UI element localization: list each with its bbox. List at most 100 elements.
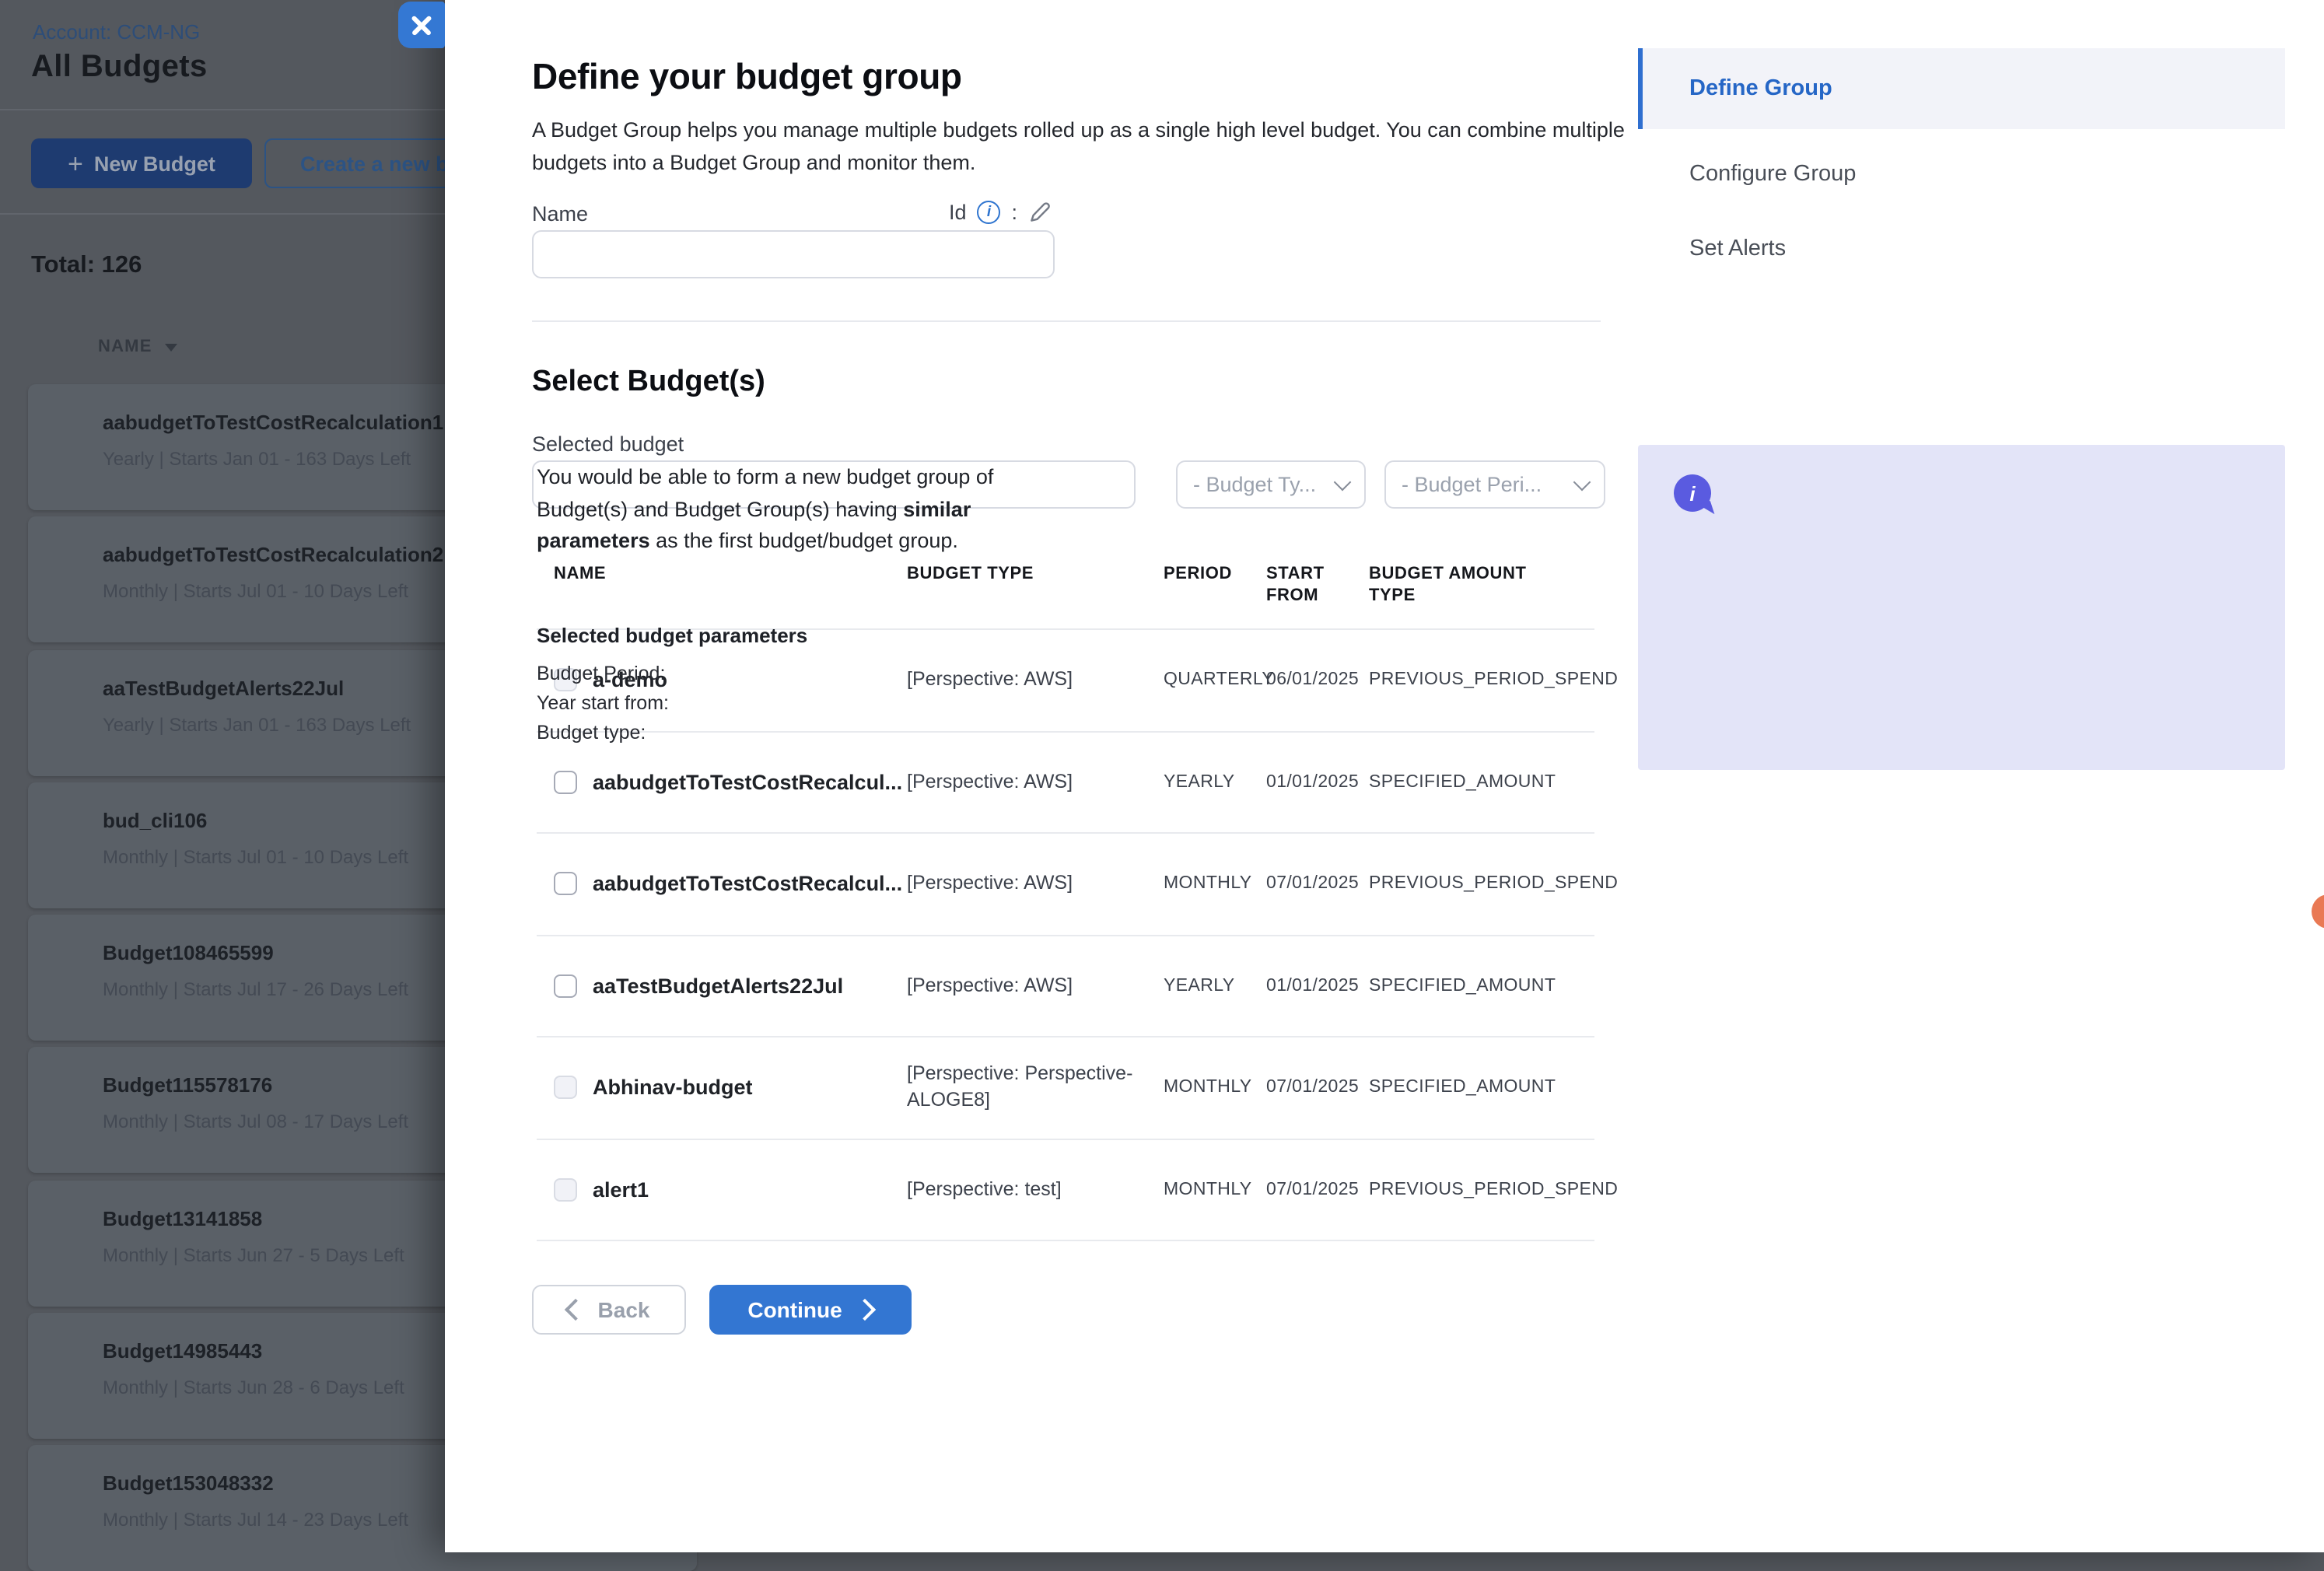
budget-card-name: Budget13141858 [103, 1207, 262, 1230]
budget-card-meta: Monthly | Starts Jul 01 - 10 Days Left [103, 846, 408, 868]
row-budget-type: [Perspective: AWS] [907, 973, 1140, 999]
budget-period-filter-value: - Budget Peri... [1402, 473, 1542, 496]
account-breadcrumb-link[interactable]: Account: CCM-NG [33, 20, 200, 44]
chevron-down-icon [1334, 474, 1352, 492]
back-button-label: Back [598, 1297, 650, 1322]
chevron-down-icon [1573, 474, 1591, 492]
budget-card-name: Budget115578176 [103, 1073, 272, 1097]
id-group: Id i : [949, 201, 1123, 224]
table-row[interactable]: aabudgetToTestCostRecalcul... [Perspecti… [537, 732, 1594, 834]
close-button[interactable] [398, 2, 445, 48]
row-budget-amount-type: PREVIOUS_PERIOD_SPEND [1369, 875, 1618, 894]
row-budget-type: [Perspective: AWS] [907, 667, 1140, 694]
drawer-description-line1: A Budget Group helps you manage multiple… [532, 118, 1625, 142]
row-budget-type: [Perspective: test] [907, 1177, 1140, 1203]
budget-card-meta: Monthly | Starts Jul 08 - 17 Days Left [103, 1111, 408, 1132]
table-row[interactable]: aabudgetToTestCostRecalcul... [Perspecti… [537, 834, 1594, 936]
row-budget-amount-type: PREVIOUS_PERIOD_SPEND [1369, 671, 1618, 690]
screen: Account: CCM-NG All Budgets + New Budget… [0, 0, 2324, 1552]
plus-icon: + [68, 150, 83, 177]
info-line2-bold: similar [903, 497, 971, 520]
row-start-from: 01/01/2025 [1266, 773, 1359, 792]
id-info-icon[interactable]: i [978, 201, 1001, 224]
active-step-accent-bar [1638, 48, 1643, 129]
budget-card-name: Budget108465599 [103, 941, 274, 964]
continue-button-label: Continue [747, 1297, 842, 1322]
step-define-group[interactable]: Define Group [1638, 48, 2285, 129]
row-budget-amount-type: SPECIFIED_AMOUNT [1369, 977, 1556, 995]
info-panel-text: You would be able to form a new budget g… [537, 462, 993, 558]
name-column-header[interactable]: NAME [98, 338, 177, 356]
budget-type-filter-value: - Budget Ty... [1193, 473, 1316, 496]
step-set-alerts[interactable]: Set Alerts [1638, 210, 2285, 288]
row-name: aaTestBudgetAlerts22Jul [593, 974, 843, 998]
row-period: QUARTERLY [1164, 671, 1274, 690]
budget-card-meta: Yearly | Starts Jan 01 - 163 Days Left [103, 448, 411, 470]
back-button[interactable]: Back [532, 1285, 686, 1335]
param-budget-period: Budget Period: [537, 663, 665, 684]
selected-budget-label: Selected budget [532, 432, 684, 456]
row-budget-type: [Perspective: AWS] [907, 871, 1140, 897]
row-checkbox[interactable] [554, 1178, 577, 1202]
id-label: Id [949, 201, 967, 224]
column-header-start-from: START FROM [1266, 563, 1338, 607]
section-divider [532, 320, 1601, 322]
name-input[interactable] [532, 230, 1055, 278]
column-header-period: PERIOD [1164, 563, 1232, 585]
row-budget-amount-type: SPECIFIED_AMOUNT [1369, 773, 1556, 792]
row-checkbox[interactable] [554, 873, 577, 896]
budget-card-meta: Monthly | Starts Jul 01 - 10 Days Left [103, 580, 408, 602]
budget-period-filter-dropdown[interactable]: - Budget Peri... [1384, 460, 1605, 509]
row-period: MONTHLY [1164, 875, 1252, 894]
info-icon: i [1674, 474, 1711, 512]
budget-type-filter-dropdown[interactable]: - Budget Ty... [1176, 460, 1366, 509]
budget-card-name: Budget14985443 [103, 1339, 262, 1363]
step-define-group-label: Define Group [1689, 76, 1832, 101]
info-line2: Budget(s) and Budget Group(s) having [537, 497, 903, 520]
edit-id-icon[interactable] [1028, 201, 1052, 224]
name-label: Name [532, 202, 588, 226]
name-column-header-label: NAME [98, 338, 152, 356]
row-checkbox[interactable] [554, 1076, 577, 1100]
budget-card-meta: Monthly | Starts Jul 17 - 26 Days Left [103, 978, 408, 1000]
row-start-from: 07/01/2025 [1266, 1079, 1359, 1097]
page-title: All Budgets [31, 50, 208, 86]
info-panel: i [1638, 445, 2285, 770]
step-set-alerts-label: Set Alerts [1689, 236, 1786, 261]
chevron-left-icon [565, 1299, 586, 1321]
step-configure-group[interactable]: Configure Group [1638, 135, 2285, 213]
step-configure-group-label: Configure Group [1689, 162, 1856, 187]
close-icon [411, 14, 432, 36]
info-line3-bold: parameters [537, 529, 650, 552]
budget-group-drawer: Define your budget group A Budget Group … [445, 0, 2324, 1552]
budget-card-meta: Monthly | Starts Jun 27 - 5 Days Left [103, 1244, 404, 1266]
row-checkbox[interactable] [554, 771, 577, 794]
row-budget-amount-type: PREVIOUS_PERIOD_SPEND [1369, 1181, 1618, 1199]
drawer-description-line2: budgets into a Budget Group and monitor … [532, 151, 975, 174]
row-start-from: 01/01/2025 [1266, 977, 1359, 995]
drawer-title: Define your budget group [532, 56, 962, 98]
selected-budget-parameters-title: Selected budget parameters [537, 624, 807, 647]
row-period: MONTHLY [1164, 1181, 1252, 1199]
drawer-description: A Budget Group helps you manage multiple… [532, 114, 1625, 179]
row-start-from: 07/01/2025 [1266, 1181, 1359, 1199]
budget-card-meta: Monthly | Starts Jul 14 - 23 Days Left [103, 1509, 408, 1531]
budget-card-name: aabudgetToTestCostRecalculation2 [103, 543, 443, 566]
table-row[interactable]: Abhinav-budget [Perspective: Perspective… [537, 1037, 1594, 1139]
budget-card-meta: Monthly | Starts Jun 28 - 6 Days Left [103, 1377, 404, 1398]
column-header-name: NAME [554, 563, 606, 585]
row-budget-amount-type: SPECIFIED_AMOUNT [1369, 1079, 1556, 1097]
table-row[interactable]: alert1 [Perspective: test] MONTHLY 07/01… [537, 1139, 1594, 1241]
budget-card-meta: Yearly | Starts Jan 01 - 163 Days Left [103, 714, 411, 736]
continue-button[interactable]: Continue [709, 1285, 912, 1335]
param-year-start-from: Year start from: [537, 692, 669, 714]
row-period: YEARLY [1164, 977, 1234, 995]
row-checkbox[interactable] [554, 974, 577, 998]
row-period: YEARLY [1164, 773, 1234, 792]
table-row[interactable]: aaTestBudgetAlerts22Jul [Perspective: AW… [537, 936, 1594, 1037]
row-name: alert1 [593, 1178, 649, 1202]
row-budget-type: [Perspective: Perspective-ALOGE8] [907, 1062, 1140, 1114]
new-budget-button[interactable]: + New Budget [31, 138, 252, 188]
select-budgets-title: Select Budget(s) [532, 366, 765, 400]
create-budget-group-button-label: Create a new b [300, 152, 449, 175]
